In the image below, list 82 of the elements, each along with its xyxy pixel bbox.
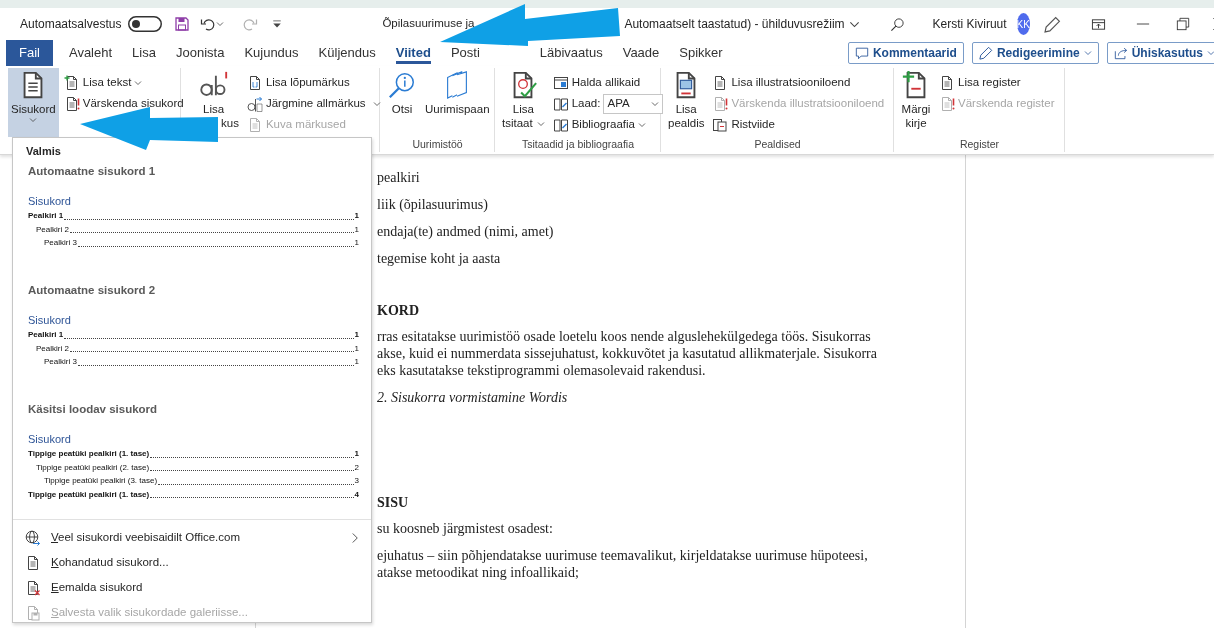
document-text: tegemise koht ja aasta	[377, 251, 501, 266]
page-number: 1	[354, 329, 359, 342]
gallery-heading: Automaatne sisukord 2	[28, 284, 156, 296]
toc-entry-text: Pealkiri 3	[44, 237, 77, 250]
page-number: 1	[354, 448, 359, 461]
ribbon-button[interactable]: Halda allikaid	[549, 72, 667, 93]
page-number: 1	[354, 342, 359, 355]
group-label: Register	[959, 138, 1000, 150]
field-label: Laad:	[571, 95, 601, 111]
ribbon-button[interactable]: Otsi	[384, 68, 420, 137]
gallery-heading: Automaatne sisukord 1	[28, 165, 156, 177]
toc-entry-text: Tippige peatüki pealkiri (1. tase)	[28, 488, 150, 501]
document-text: liik (õpilasuurimus)	[377, 197, 488, 212]
document-heading: SISU	[377, 495, 409, 510]
ribbon-action-button[interactable]: Redigeerimine	[971, 42, 1099, 64]
menu-item[interactable]: Kohandatud sisukord...	[13, 550, 371, 575]
toc-entry-text: Pealkiri 1	[28, 210, 64, 223]
ribbon-button[interactable]: Ristviide	[709, 114, 888, 135]
ribbon-tab[interactable]: Läbivaatus	[529, 40, 613, 66]
autosave-label: Automaatsalvestus	[20, 16, 122, 33]
ribbon-tab[interactable]: Viited	[385, 40, 441, 66]
ribbon-tab[interactable]: Joonista	[165, 40, 235, 66]
style-dropdown[interactable]: APA	[603, 93, 664, 114]
ribbon-tab[interactable]: Kujundus	[234, 40, 309, 66]
document-text: rras esitatakse uurimistöö osade loetelu koos nende alguslehekülgedega töös. Sisukorras	[377, 329, 871, 344]
preview-title: Sisukord	[28, 433, 71, 446]
group-label: Uurimistöö	[412, 138, 463, 150]
ribbon-tab[interactable]: Avaleht	[58, 40, 123, 66]
page-number: 1	[354, 223, 359, 236]
page-number: 1	[354, 237, 359, 250]
ribbon-tab[interactable]: Fail	[6, 40, 53, 66]
preview-title: Sisukord	[28, 314, 71, 327]
menu-heading: Valmis	[26, 145, 61, 157]
document-title: Õpilasuurimuse ja	[382, 16, 475, 32]
document-text: pealkiri	[377, 170, 420, 185]
ribbon-tab[interactable]: Vaade	[612, 40, 670, 66]
preview-title: Sisukord	[28, 195, 71, 208]
menu-item[interactable]: Eemalda sisukord	[13, 575, 371, 600]
avatar: KK	[1016, 13, 1030, 35]
toc-entry-text: Tippige peatüki pealkiri (1. tase)	[28, 448, 150, 461]
ribbon-button[interactable]: Lisa register	[936, 72, 1058, 93]
ribbon-button[interactable]: Lisa tekst	[60, 72, 187, 93]
document-title: Automaatselt taastatud) - ühilduvusrežiim	[624, 16, 845, 33]
toc-entry-text: Pealkiri 2	[36, 223, 69, 236]
document-heading: KORD	[377, 303, 419, 318]
toc-entry-text: Tippige peatüki pealkiri (3. tase)	[44, 475, 158, 488]
ribbon-button[interactable]: Uurimispaan	[422, 68, 493, 137]
ribbon-button[interactable]: Sisukord	[8, 68, 59, 138]
page-number: 2	[354, 461, 359, 474]
menu-item[interactable]: Veel sisukordi veebisaidilt Office.com	[13, 525, 371, 550]
ribbon-button[interactable]: Märgi kirje	[898, 68, 934, 137]
user-name: Kersti Kiviruut	[932, 16, 1007, 33]
ribbon-action-button[interactable]: Kommentaarid	[847, 42, 964, 64]
page-number: 4	[354, 488, 359, 501]
ribbon-button[interactable]: Järgmine allmärkus	[243, 93, 384, 114]
document-text: akse, kuid ei nummerdata sissejuhatust, kokkuvõtet ja kasutatud allikmaterjale. Sisukorra	[377, 346, 877, 361]
document-text: eks kasutatakse tekstiprogrammi olemasolevaid rakendusi.	[377, 363, 706, 378]
ribbon-button[interactable]: Lisa lõpumärkus	[243, 72, 384, 93]
document-text: ejuhatus – siin põhjendatakse uurimuse teemavalikut, kirjeldatakse uurimuse hüpoteesi,	[377, 548, 868, 563]
ribbon-button[interactable]: Bibliograafia	[549, 114, 667, 135]
toc-entry-text: Pealkiri 3	[44, 356, 77, 369]
group-label: Tsitaadid ja bibliograafia	[521, 138, 635, 150]
ribbon-tab[interactable]: Posti	[440, 40, 490, 66]
page-number: 3	[354, 475, 359, 488]
ribbon-button[interactable]: Lisa tsitaat	[499, 68, 548, 137]
toc-entry-text: Pealkiri 2	[36, 342, 69, 355]
gallery-heading: Käsitsi loodav sisukord	[28, 403, 158, 415]
document-text: endaja(te) andmed (nimi, amet)	[377, 224, 554, 239]
page-number: 1	[354, 210, 359, 223]
document-text: su koosneb järgmistest osadest:	[377, 521, 553, 536]
ribbon-button[interactable]: Lisa illustratsiooniloend	[709, 72, 888, 93]
toc-entry-text: Tippige peatüki pealkiri (2. tase)	[36, 461, 150, 474]
group-label: Pealdised	[754, 138, 801, 150]
ribbon-tab[interactable]: Lisa	[122, 40, 166, 66]
ribbon-tab[interactable]: Küljendus	[308, 40, 386, 66]
ribbon-action-button[interactable]: Ühiskasutus	[1106, 42, 1214, 64]
ribbon-button[interactable]: Lisa pealdis	[665, 68, 708, 137]
page-number: 1	[354, 356, 359, 369]
document-text: atakse metoodikat ning infoallikaid;	[377, 565, 579, 580]
toc-entry-text: Pealkiri 1	[28, 329, 64, 342]
document-text: 2. Sisukorra vormistamine Wordis	[377, 390, 568, 405]
ribbon-tab[interactable]: Spikker	[669, 40, 733, 66]
